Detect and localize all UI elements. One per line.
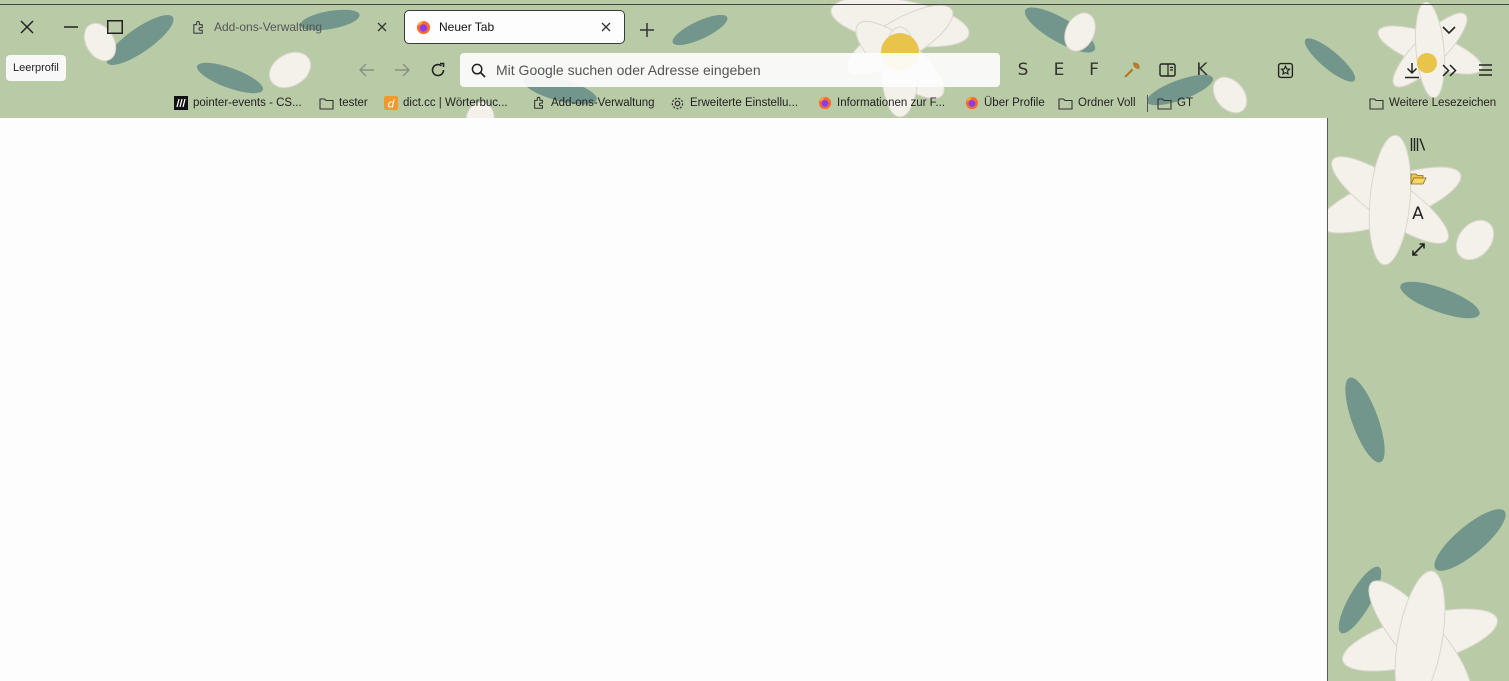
- toolbar-button-k[interactable]: K: [1190, 58, 1214, 82]
- library-button[interactable]: [1406, 132, 1430, 156]
- maximize-icon: [107, 20, 123, 34]
- arrow-left-icon: [359, 63, 374, 77]
- fullscreen-button[interactable]: [1406, 237, 1430, 261]
- open-folder-button[interactable]: [1406, 167, 1430, 191]
- window-minimize-button[interactable]: [57, 13, 85, 41]
- bookmark-label: Informationen zur F...: [837, 97, 946, 109]
- tab-label: Neuer Tab: [439, 20, 495, 34]
- star-box-icon: [1277, 62, 1293, 78]
- puzzle-icon: [531, 96, 546, 111]
- bookmark-label: Weitere Lesezeichen: [1389, 97, 1497, 109]
- open-folder-icon: [1409, 173, 1427, 185]
- developer-tools-button[interactable]: [1119, 58, 1143, 82]
- bookmark-folder[interactable]: tester: [319, 94, 368, 112]
- bookmark-folder[interactable]: Ordner Voll: [1058, 94, 1136, 112]
- plus-icon: [640, 23, 654, 37]
- bookmark-label: Ordner Voll: [1078, 97, 1136, 109]
- bookmark-label: pointer-events - CS...: [193, 97, 302, 109]
- list-all-tabs-button[interactable]: [1436, 17, 1462, 43]
- double-chevron-right-icon: [1441, 63, 1457, 77]
- bookmark-label: GT: [1177, 97, 1193, 109]
- download-icon: [1405, 62, 1419, 78]
- chevron-down-icon: [1442, 25, 1456, 34]
- wrench-icon: [1123, 62, 1139, 78]
- folder-icon: [319, 96, 334, 111]
- new-tab-button[interactable]: [634, 17, 660, 43]
- tab-label: Add-ons-Verwaltung: [214, 20, 323, 34]
- mdn-icon: [173, 96, 188, 111]
- bookmark-item[interactable]: pointer-events - CS...: [173, 94, 302, 112]
- library-icon: [1410, 137, 1426, 151]
- sidebar-panel-icon: [1158, 63, 1176, 77]
- search-icon: [468, 60, 488, 80]
- svg-text:d: d: [387, 98, 395, 111]
- url-input[interactable]: [488, 54, 1000, 86]
- toolbar-button-s[interactable]: S: [1011, 58, 1035, 82]
- gear-icon: [670, 96, 685, 111]
- tab-close-button[interactable]: [598, 19, 614, 35]
- forward-button[interactable]: [390, 58, 414, 82]
- bookmark-label: tester: [339, 97, 368, 109]
- puzzle-icon: [190, 19, 206, 35]
- bookmark-label: dict.cc | Wörterbuc...: [403, 97, 508, 109]
- arrow-right-icon: [395, 63, 410, 77]
- bookmark-item[interactable]: Über Profile: [964, 94, 1045, 112]
- toolbar-button-e[interactable]: E: [1047, 58, 1071, 82]
- firefox-icon: [817, 96, 832, 111]
- bookmark-label: Add-ons-Verwaltung: [551, 97, 655, 109]
- folder-icon: [1369, 96, 1384, 111]
- toolbar-button-f[interactable]: F: [1082, 58, 1106, 82]
- tab-neuer-tab[interactable]: Neuer Tab: [404, 10, 625, 44]
- window-close-button[interactable]: [13, 13, 41, 41]
- bookmark-folder[interactable]: GT: [1157, 94, 1193, 112]
- sidebar-tools: A: [1406, 132, 1430, 272]
- firefox-icon: [964, 96, 979, 111]
- bookmark-item[interactable]: Erweiterte Einstellu...: [670, 94, 798, 112]
- navigation-toolbar: Leerprofil S E F K: [0, 50, 1509, 90]
- firefox-icon: [415, 19, 431, 35]
- tab-strip: Add-ons-Verwaltung Neuer Tab: [0, 5, 1509, 48]
- expand-arrows-icon: [1411, 242, 1425, 256]
- bookmarks-toolbar: pointer-events - CS... tester d dict.cc …: [0, 92, 1509, 114]
- close-icon: [601, 22, 611, 32]
- profile-label[interactable]: Leerprofil: [6, 55, 66, 81]
- back-button[interactable]: [355, 58, 379, 82]
- app-menu-button[interactable]: [1473, 58, 1497, 82]
- folder-icon: [1058, 96, 1073, 111]
- bookmark-item[interactable]: Add-ons-Verwaltung: [531, 94, 655, 112]
- tab-add-ons-verwaltung[interactable]: Add-ons-Verwaltung: [180, 10, 400, 44]
- bookmark-label: Erweiterte Einstellu...: [690, 97, 799, 109]
- window-maximize-button[interactable]: [101, 13, 129, 41]
- url-bar[interactable]: [460, 53, 1000, 87]
- hamburger-menu-icon: [1478, 64, 1492, 76]
- bookmark-label: Über Profile: [984, 97, 1045, 109]
- downloads-button[interactable]: [1400, 58, 1424, 82]
- bookmark-item[interactable]: Informationen zur F...: [817, 94, 945, 112]
- page-content-area[interactable]: [0, 118, 1328, 681]
- bookmark-separator: [1147, 95, 1148, 112]
- tab-close-button[interactable]: [374, 19, 390, 35]
- close-icon: [20, 20, 34, 34]
- folder-icon: [1157, 96, 1172, 111]
- reload-icon: [431, 62, 445, 77]
- reload-button[interactable]: [426, 58, 450, 82]
- reader-view-button[interactable]: [1155, 58, 1179, 82]
- close-icon: [377, 22, 387, 32]
- dictcc-icon: d: [383, 96, 398, 111]
- minimize-icon: [64, 26, 78, 28]
- overflow-menu-button[interactable]: [1437, 58, 1461, 82]
- other-bookmarks-folder[interactable]: Weitere Lesezeichen: [1369, 94, 1496, 112]
- extensions-button[interactable]: [1273, 58, 1297, 82]
- bookmark-item[interactable]: d dict.cc | Wörterbuc...: [383, 94, 508, 112]
- font-button[interactable]: A: [1406, 202, 1430, 226]
